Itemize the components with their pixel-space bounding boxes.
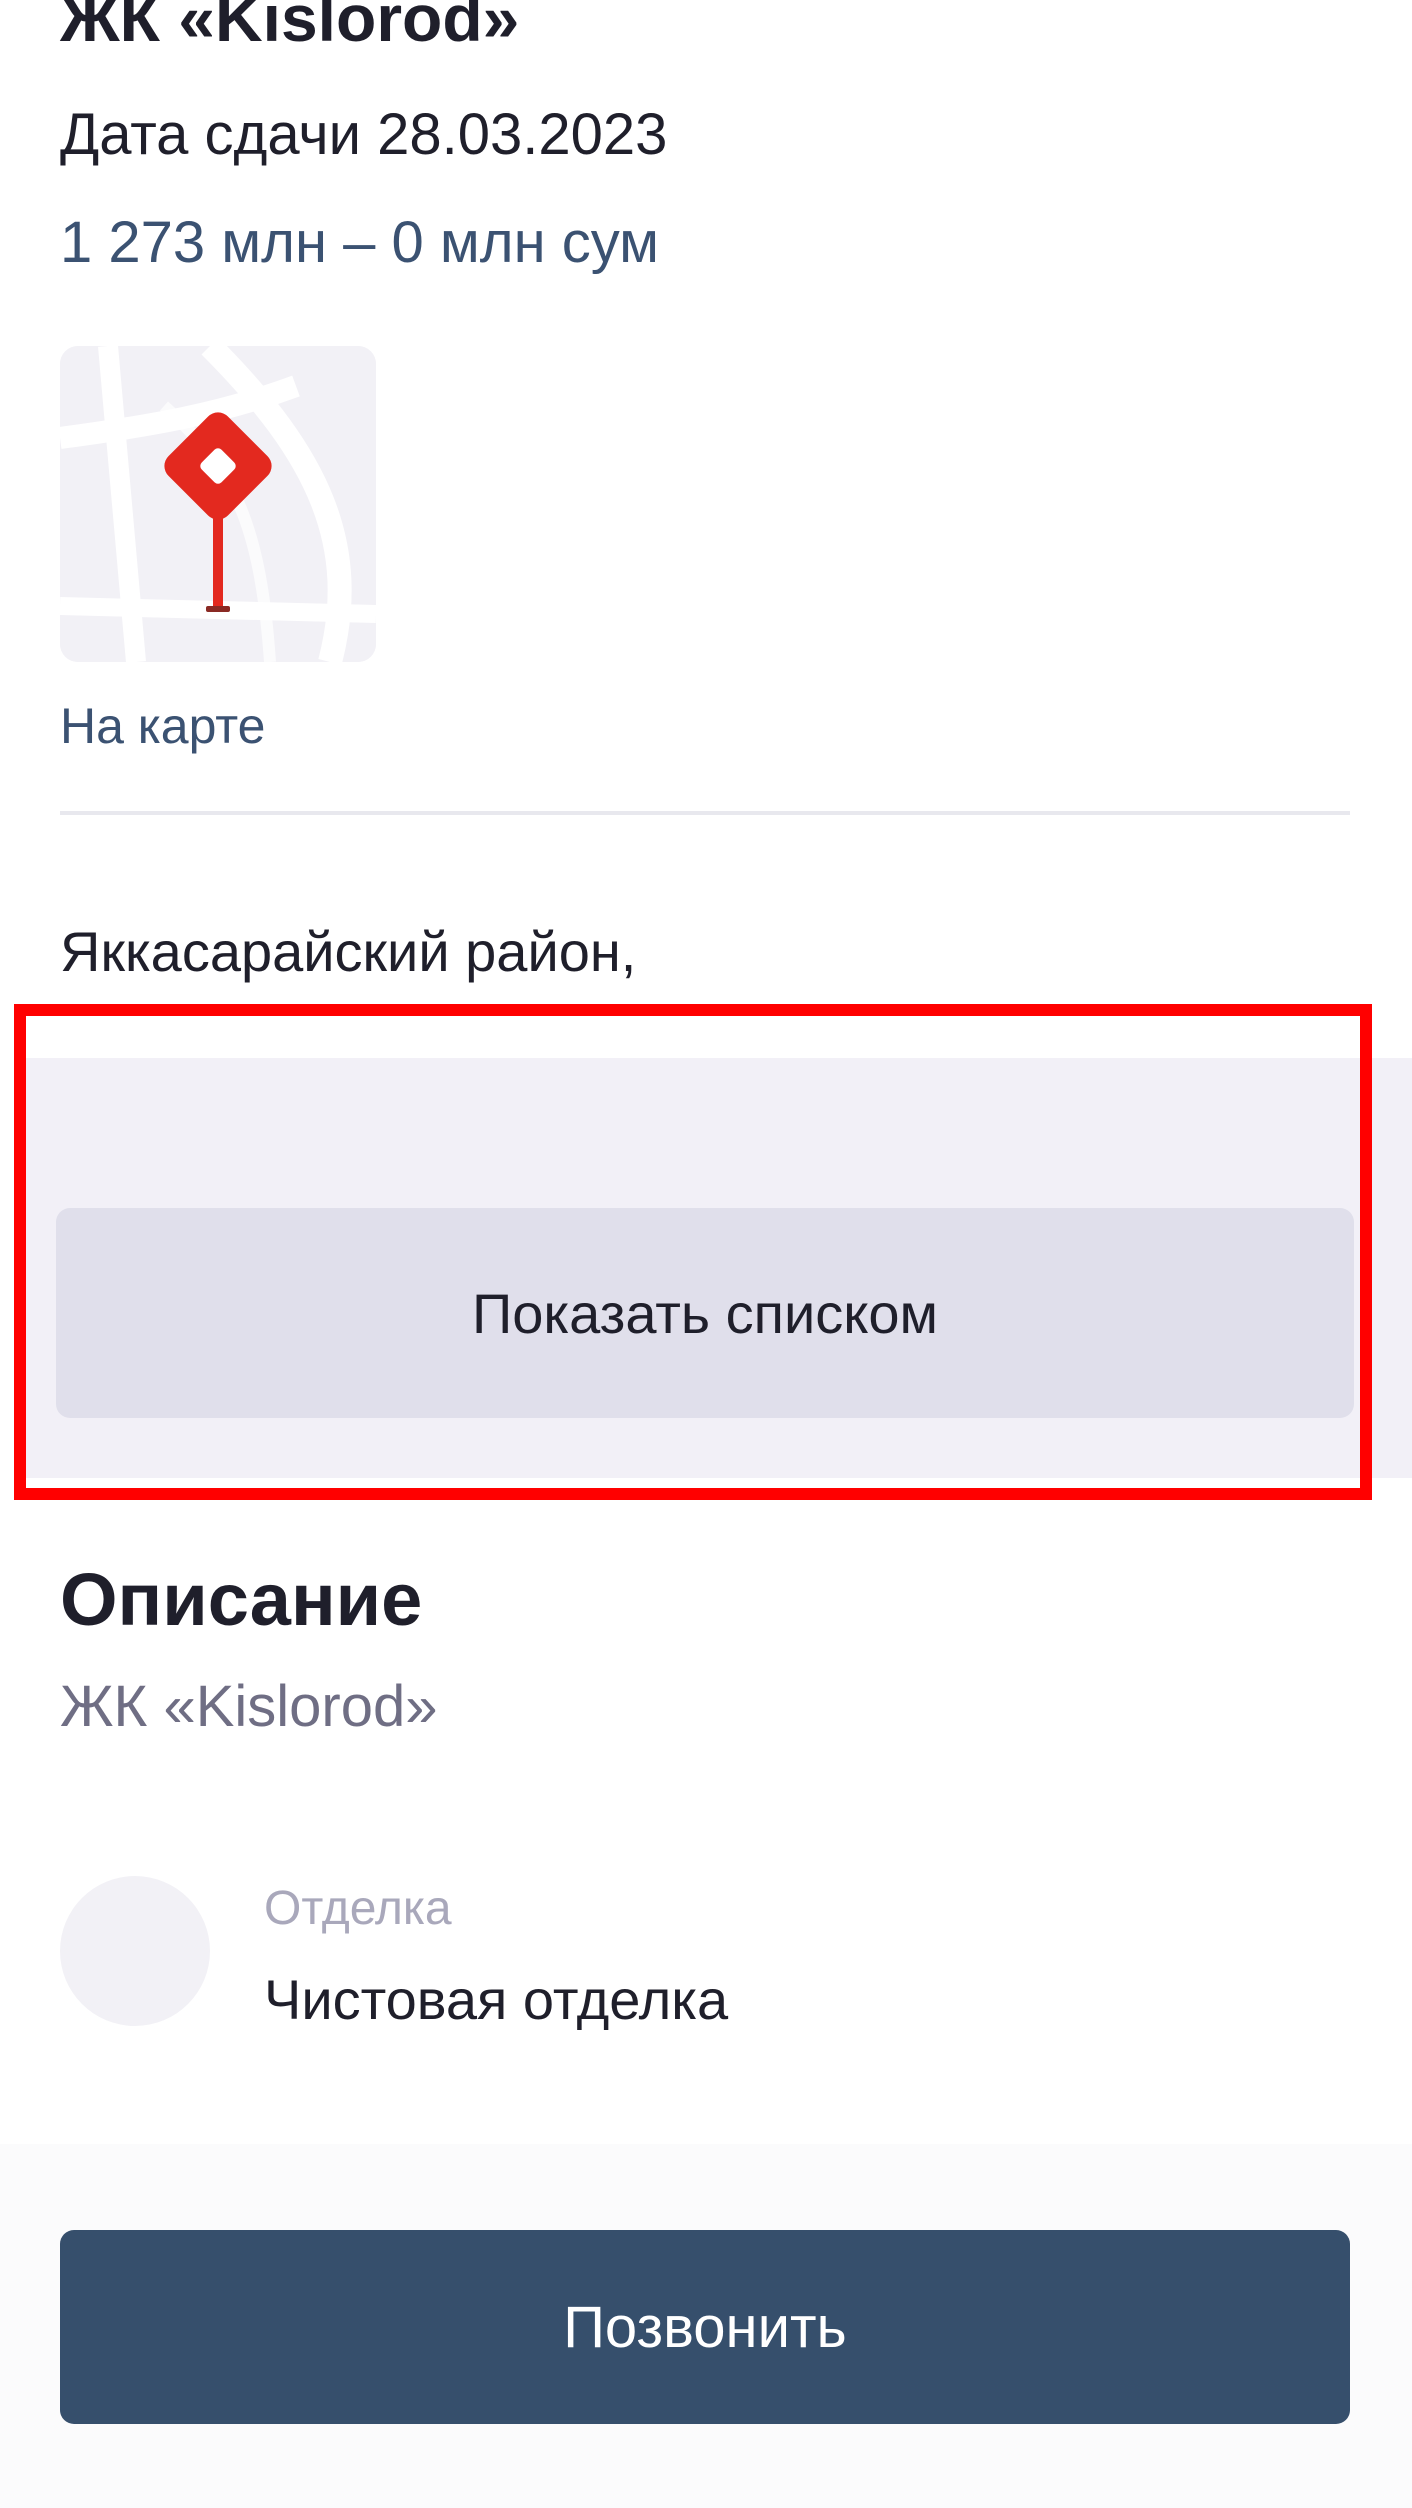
- map-thumbnail[interactable]: [60, 346, 376, 662]
- show-list-button[interactable]: Показать списком: [56, 1208, 1354, 1418]
- finishing-icon: [60, 1876, 210, 2026]
- divider: [60, 811, 1350, 815]
- description-heading: Описание: [60, 1558, 423, 1641]
- feature-value: Чистовая отделка: [264, 1968, 729, 2031]
- map-pin-icon: [60, 346, 376, 662]
- address-text: Яккасарайский район,: [60, 920, 637, 983]
- call-button[interactable]: Позвонить: [60, 2230, 1350, 2424]
- delivery-date: Дата сдачи 28.03.2023: [60, 102, 668, 167]
- description-text: ЖК «Kislorod»: [60, 1674, 438, 1739]
- price-range: 1 273 млн – 0 млн сум: [60, 210, 659, 275]
- feature-label: Отделка: [264, 1882, 452, 1935]
- on-map-link[interactable]: На карте: [60, 696, 265, 756]
- page-title: ЖК «Kislorod»: [60, 0, 520, 55]
